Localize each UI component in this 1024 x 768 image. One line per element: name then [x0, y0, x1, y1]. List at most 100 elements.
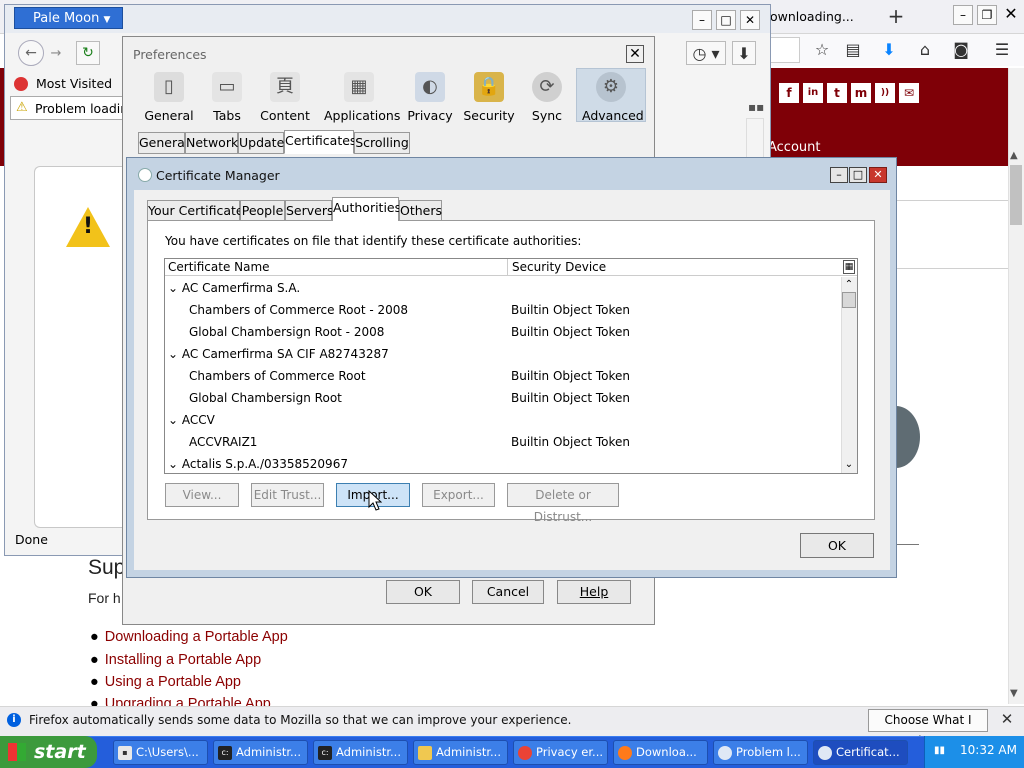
most-visited-bookmark[interactable]: Most Visited — [36, 76, 112, 91]
tab-servers[interactable]: Servers — [285, 200, 334, 221]
most-visited-icon — [14, 77, 28, 91]
taskbar-item[interactable]: Problem l... — [713, 740, 808, 765]
subtab-network[interactable]: Network — [185, 132, 238, 154]
home-icon[interactable]: ⌂ — [913, 38, 937, 62]
choose-what-i-share-button[interactable]: Choose What I Share — [868, 709, 988, 748]
edit-trust-button[interactable]: Edit Trust... — [251, 483, 324, 507]
sync-icon: ⟳ — [532, 72, 562, 102]
column-separator[interactable] — [507, 259, 508, 276]
taskbar-item[interactable]: Administr... — [413, 740, 508, 765]
subtab-update[interactable]: Update — [238, 132, 284, 154]
cmd-icon: c: — [218, 746, 232, 760]
menu-icon[interactable]: ☰ — [990, 38, 1014, 62]
pref-tab-privacy[interactable]: ◐ Privacy — [401, 68, 459, 124]
link-downloading[interactable]: ● Downloading a Portable App — [90, 629, 288, 645]
chevron-up-icon[interactable]: ⌃ — [842, 278, 856, 292]
library-icon[interactable]: ▤ — [841, 38, 865, 62]
info-icon: i — [7, 713, 21, 727]
star-icon[interactable]: ☆ — [810, 38, 834, 62]
history-icon[interactable]: ◷ ▾ — [686, 41, 726, 65]
close-icon[interactable]: ✕ — [626, 45, 644, 63]
scrollbar[interactable] — [746, 118, 764, 158]
palemoon-minimize-button[interactable]: – — [692, 10, 712, 30]
lock-icon: 🔒 — [474, 72, 504, 102]
pref-tab-applications[interactable]: ▦ Applications — [324, 68, 400, 124]
scroll-down-icon[interactable]: ▼ — [1010, 688, 1018, 699]
firefox-close-button[interactable]: ✕ — [1001, 5, 1021, 25]
pref-tab-security[interactable]: 🔒 Security — [460, 68, 518, 124]
link-installing[interactable]: ● Installing a Portable App — [90, 652, 261, 668]
delete-or-distrust-button[interactable]: Delete or Distrust... — [507, 483, 619, 524]
column-security-device[interactable]: Security Device — [509, 259, 839, 276]
taskbar-item[interactable]: Downloa... — [613, 740, 708, 765]
firefox-minimize-button[interactable]: – — [953, 5, 973, 25]
view-button[interactable]: View... — [165, 483, 239, 507]
divider — [895, 544, 919, 545]
chevron-down-icon[interactable]: ⌄ — [842, 458, 856, 472]
close-button[interactable]: ✕ — [869, 167, 887, 183]
pref-tab-content[interactable]: 頁 Content — [256, 68, 314, 124]
content-icon: 頁 — [270, 72, 300, 102]
forward-icon[interactable]: → — [46, 44, 66, 64]
firefox-restore-button[interactable]: ❐ — [977, 5, 997, 25]
page-paragraph: For h — [88, 590, 121, 606]
maximize-button[interactable]: □ — [849, 167, 867, 183]
firefox-tab[interactable]: ownloading... — [770, 4, 882, 30]
mastodon-icon[interactable]: m — [851, 83, 871, 103]
tab-authorities[interactable]: Authorities — [332, 197, 401, 221]
taskbar-item[interactable]: c: Administr... — [313, 740, 408, 765]
tab-others[interactable]: Others — [399, 200, 442, 221]
scroll-up-icon[interactable]: ▲ — [1010, 150, 1018, 161]
link-upgrading[interactable]: ● Upgrading a Portable App — [90, 696, 271, 706]
tab-people[interactable]: People — [240, 200, 285, 221]
taskbar-item-active[interactable]: Certificat... — [813, 740, 908, 765]
certificate-tree[interactable]: ⌄ AC Camerfirma S.A. Chambers of Commerc… — [164, 258, 858, 474]
taskbar-item[interactable]: ▪ C:\Users\... — [113, 740, 208, 765]
download-icon[interactable]: ⬇ — [732, 41, 756, 65]
new-tab-button[interactable]: + — [886, 3, 906, 29]
download-icon[interactable]: ⬇ — [877, 38, 901, 62]
subtab-general[interactable]: General — [138, 132, 188, 154]
mail-icon[interactable]: ✉ — [899, 83, 919, 103]
twitter-icon[interactable]: t — [827, 83, 847, 103]
pref-tab-advanced[interactable]: ⚙ Advanced — [582, 68, 644, 124]
cert-ok-button[interactable]: OK — [800, 533, 874, 558]
pref-ok-button[interactable]: OK — [386, 580, 460, 604]
tab-your-certificates[interactable]: Your Certificates — [147, 200, 250, 221]
pocket-icon[interactable]: ◙ — [949, 38, 973, 62]
back-icon[interactable]: ← — [18, 40, 44, 66]
reload-icon[interactable]: ↻ — [76, 41, 100, 65]
palemoon-close-button[interactable]: ✕ — [740, 10, 760, 30]
palemoon-menu-button[interactable]: Pale Moon ▼ — [14, 7, 123, 29]
url-bar[interactable] — [770, 37, 800, 63]
taskbar-item[interactable]: Privacy er... — [513, 740, 608, 765]
grid-icon[interactable]: ▪▪ — [748, 100, 764, 114]
account-link[interactable]: Account — [768, 140, 821, 155]
scrollbar-thumb[interactable] — [842, 292, 856, 308]
windows-logo-icon — [8, 743, 26, 761]
firefox-scrollbar[interactable] — [1008, 68, 1024, 704]
pref-tab-sync[interactable]: ⟳ Sync — [518, 68, 576, 124]
pref-help-button[interactable]: Help — [557, 580, 631, 604]
firefox-icon — [618, 746, 632, 760]
subtab-certificates[interactable]: Certificates — [284, 130, 356, 154]
export-button[interactable]: Export... — [422, 483, 495, 507]
close-icon[interactable]: ✕ — [998, 710, 1016, 730]
subtab-scrolling[interactable]: Scrolling — [354, 132, 410, 154]
taskbar-item[interactable]: c: Administr... — [213, 740, 308, 765]
pref-tab-tabs[interactable]: ▭ Tabs — [198, 68, 256, 124]
pref-tab-general[interactable]: ▯ General — [140, 68, 198, 124]
applications-icon: ▦ — [344, 72, 374, 102]
rss-icon[interactable]: )) — [875, 83, 895, 103]
network-icon[interactable]: ▮▮ — [934, 745, 945, 756]
firefox-scrollbar-thumb[interactable] — [1010, 165, 1022, 225]
column-picker-icon[interactable]: ▦ — [843, 260, 855, 274]
column-certificate-name[interactable]: Certificate Name — [165, 259, 507, 276]
minimize-button[interactable]: – — [830, 167, 848, 183]
general-icon: ▯ — [154, 72, 184, 102]
palemoon-maximize-button[interactable]: □ — [716, 10, 736, 30]
linkedin-icon[interactable]: in — [803, 83, 823, 103]
pref-cancel-button[interactable]: Cancel — [472, 580, 544, 604]
link-using[interactable]: ● Using a Portable App — [90, 674, 241, 690]
facebook-icon[interactable]: f — [779, 83, 799, 103]
